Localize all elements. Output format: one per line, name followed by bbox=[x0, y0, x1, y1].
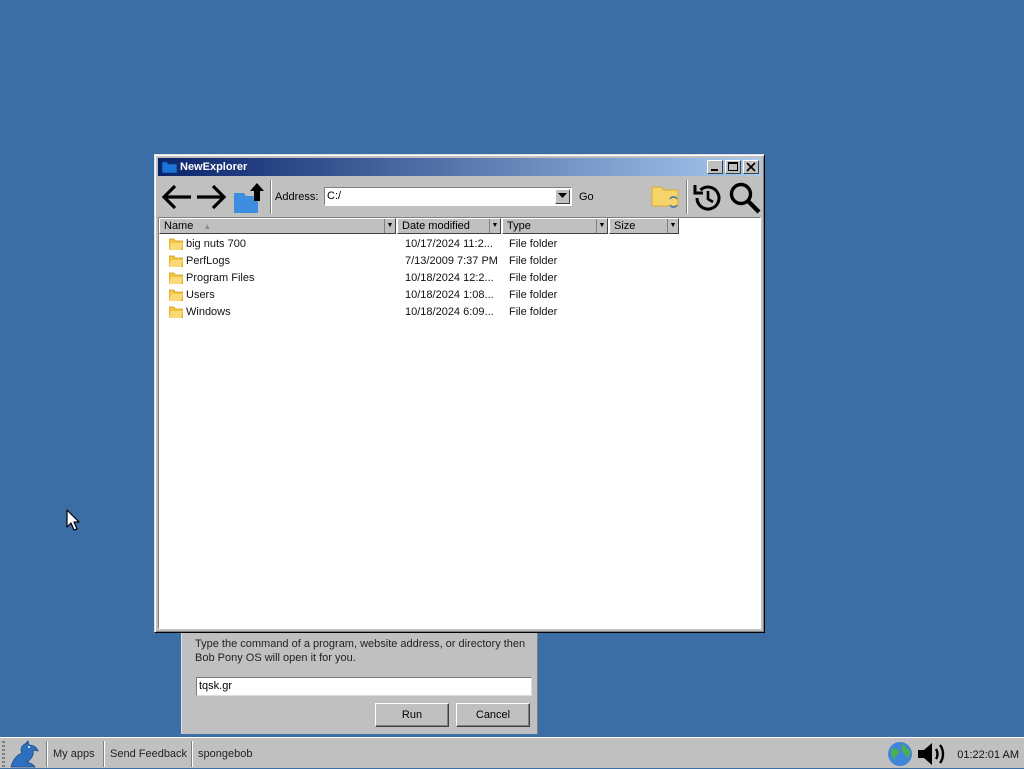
column-label-name: Name bbox=[164, 220, 194, 232]
file-date: 10/18/2024 1:08... bbox=[405, 289, 494, 301]
folder-icon bbox=[169, 255, 183, 267]
toolbar-separator bbox=[686, 180, 688, 214]
close-button[interactable] bbox=[743, 160, 759, 174]
run-command-input[interactable]: tqsk.gr bbox=[196, 677, 532, 696]
file-type: File folder bbox=[509, 306, 558, 318]
address-input[interactable]: C:/ bbox=[324, 187, 572, 206]
taskbar-separator bbox=[103, 741, 105, 767]
explorer-window: NewExplorer Address: C:/ Go Name ▲ ▼ Dat… bbox=[154, 154, 765, 633]
address-value: C:/ bbox=[327, 190, 342, 202]
taskbar-separator bbox=[191, 741, 193, 767]
file-type: File folder bbox=[509, 289, 558, 301]
file-type: File folder bbox=[509, 272, 558, 284]
minimize-icon bbox=[711, 169, 718, 171]
folder-icon bbox=[169, 289, 183, 301]
close-icon bbox=[746, 162, 756, 172]
column-header-type[interactable]: Type ▼ bbox=[502, 218, 608, 234]
file-type: File folder bbox=[509, 255, 558, 267]
column-header-date[interactable]: Date modified ▼ bbox=[397, 218, 501, 234]
file-date: 7/13/2009 7:37 PM bbox=[405, 255, 498, 267]
file-name: Windows bbox=[186, 306, 231, 318]
folder-icon bbox=[169, 306, 183, 318]
taskbar-my-apps[interactable]: My apps bbox=[53, 748, 95, 760]
run-button[interactable]: Run bbox=[375, 703, 449, 727]
go-button[interactable]: Go bbox=[579, 191, 594, 203]
chevron-down-icon[interactable]: ▼ bbox=[489, 219, 500, 233]
taskbar-separator bbox=[46, 741, 48, 767]
sort-ascending-icon: ▲ bbox=[203, 222, 212, 231]
file-row[interactable]: Program Files 10/18/2024 12:2... File fo… bbox=[159, 270, 760, 287]
taskbar-spongebob[interactable]: spongebob bbox=[198, 748, 252, 760]
folder-icon bbox=[169, 272, 183, 284]
toolbar-separator bbox=[270, 180, 272, 214]
search-icon[interactable] bbox=[728, 181, 762, 215]
address-label: Address: bbox=[275, 191, 319, 203]
chevron-down-icon[interactable]: ▼ bbox=[384, 219, 395, 233]
file-row[interactable]: Windows 10/18/2024 6:09... File folder bbox=[159, 304, 760, 321]
taskbar: My apps Send Feedback spongebob 01:22:01… bbox=[0, 737, 1024, 768]
column-header-name[interactable]: Name ▲ ▼ bbox=[159, 218, 396, 234]
file-date: 10/17/2024 11:2... bbox=[405, 238, 493, 250]
chevron-down-icon[interactable]: ▼ bbox=[596, 219, 607, 233]
folder-sync-icon[interactable] bbox=[650, 181, 682, 213]
maximize-icon bbox=[728, 162, 738, 171]
run-description: Type the command of a program, website a… bbox=[195, 637, 535, 665]
column-label-date: Date modified bbox=[402, 220, 470, 232]
chevron-down-icon bbox=[558, 193, 567, 198]
arrow-left-icon[interactable] bbox=[160, 180, 194, 214]
chevron-down-icon[interactable]: ▼ bbox=[667, 219, 678, 233]
taskbar-send-feedback[interactable]: Send Feedback bbox=[110, 748, 187, 760]
file-name: PerfLogs bbox=[186, 255, 231, 267]
minimize-button[interactable] bbox=[707, 160, 723, 174]
speaker-icon[interactable] bbox=[916, 740, 950, 768]
file-name: Program Files bbox=[186, 272, 255, 284]
column-header-size[interactable]: Size ▼ bbox=[609, 218, 679, 234]
file-name: big nuts 700 bbox=[186, 238, 246, 250]
history-icon[interactable] bbox=[691, 181, 725, 215]
address-dropdown-button[interactable] bbox=[555, 189, 570, 204]
file-row[interactable]: PerfLogs 7/13/2009 7:37 PM File folder bbox=[159, 253, 760, 270]
folder-icon bbox=[162, 161, 177, 173]
taskbar-grip bbox=[2, 741, 5, 767]
cancel-button[interactable]: Cancel bbox=[456, 703, 530, 727]
run-description-line2: Bob Pony OS will open it for you. bbox=[195, 652, 356, 664]
run-description-line1: Type the command of a program, website a… bbox=[195, 638, 526, 650]
globe-icon[interactable] bbox=[886, 740, 914, 768]
folder-icon bbox=[169, 238, 183, 250]
file-row[interactable]: Users 10/18/2024 1:08... File folder bbox=[159, 287, 760, 304]
mouse-cursor-icon bbox=[66, 509, 80, 531]
file-date: 10/18/2024 12:2... bbox=[405, 272, 494, 284]
column-label-type: Type bbox=[507, 220, 531, 232]
file-date: 10/18/2024 6:09... bbox=[405, 306, 494, 318]
file-name: Users bbox=[186, 289, 215, 301]
title-bar[interactable]: NewExplorer bbox=[158, 158, 761, 176]
window-title: NewExplorer bbox=[180, 161, 248, 173]
file-row[interactable]: big nuts 700 10/17/2024 11:2... File fol… bbox=[159, 236, 760, 253]
clock: 01:22:01 AM bbox=[957, 749, 1019, 761]
file-list[interactable]: Name ▲ ▼ Date modified ▼ Type ▼ Size ▼ bi… bbox=[158, 217, 761, 629]
arrow-right-icon[interactable] bbox=[194, 180, 228, 214]
system-tray: 01:22:01 AM bbox=[884, 739, 1024, 768]
column-label-size: Size bbox=[614, 220, 636, 232]
folder-up-icon[interactable] bbox=[232, 179, 268, 215]
toolbar: Address: C:/ Go bbox=[158, 178, 761, 216]
bird-logo-icon[interactable] bbox=[8, 739, 42, 769]
maximize-button[interactable] bbox=[725, 160, 741, 174]
file-type: File folder bbox=[509, 238, 558, 250]
